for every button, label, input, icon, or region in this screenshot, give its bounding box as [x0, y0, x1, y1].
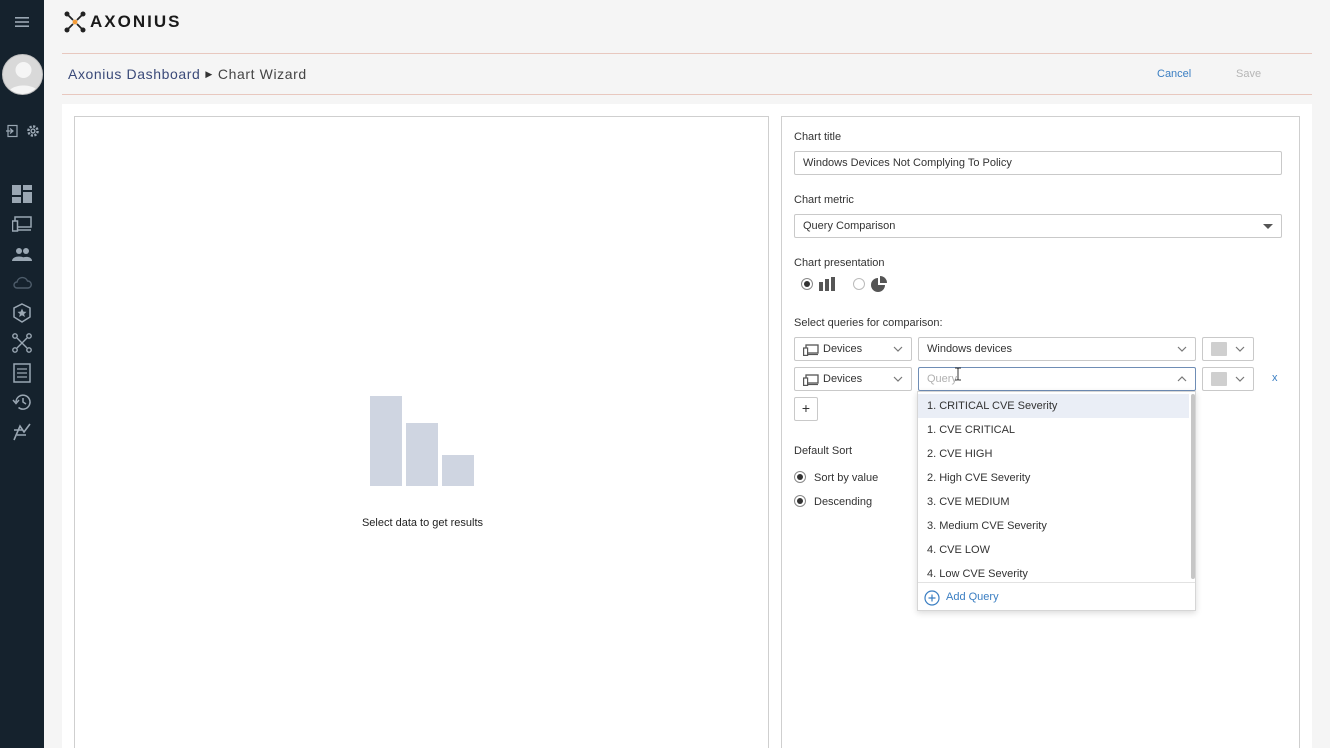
placeholder-bar-3: [442, 455, 474, 486]
chevron-down-icon: [893, 376, 903, 382]
chevron-down-icon: [1177, 346, 1187, 352]
default-sort-label: Default Sort: [794, 445, 853, 457]
instances-icon[interactable]: [10, 420, 34, 444]
dropdown-scrollbar[interactable]: [1191, 394, 1195, 579]
caret-down-icon: [1263, 224, 1273, 229]
chart-title-input[interactable]: Windows Devices Not Complying To Policy: [794, 151, 1282, 175]
chevron-down-icon: [1235, 376, 1245, 382]
descending-label: Descending: [814, 496, 873, 508]
devices-icon[interactable]: [10, 212, 34, 236]
sort-by-value-radio[interactable]: [794, 471, 806, 483]
entity-select-1-value: Devices: [823, 343, 863, 355]
descending-radio[interactable]: [794, 495, 806, 507]
chart-metric-value: Query Comparison: [803, 220, 896, 232]
entity-select-2[interactable]: Devices: [794, 367, 912, 391]
devices-icon: [803, 344, 819, 356]
save-button[interactable]: Save: [1236, 68, 1261, 80]
sidebar: [0, 0, 44, 748]
sort-by-value-label: Sort by value: [814, 472, 879, 484]
color-select-1[interactable]: [1202, 337, 1254, 361]
avatar[interactable]: [2, 54, 43, 95]
chart-title-label: Chart title: [794, 131, 842, 143]
entity-select-2-value: Devices: [823, 373, 863, 385]
chart-metric-select[interactable]: Query Comparison: [794, 214, 1282, 238]
reports-icon[interactable]: [10, 361, 34, 385]
color-swatch: [1211, 342, 1227, 356]
breadcrumb: Axonius Dashboard ▶ Chart Wizard: [68, 66, 307, 82]
dropdown-item[interactable]: 2. CVE HIGH: [918, 442, 1189, 466]
dropdown-item[interactable]: 1. CVE CRITICAL: [918, 418, 1189, 442]
chart-metric-label: Chart metric: [794, 194, 854, 206]
queries-label: Select queries for comparison:: [794, 317, 943, 329]
breadcrumb-root[interactable]: Axonius Dashboard: [68, 66, 200, 82]
add-query-option[interactable]: Add Query: [918, 582, 1195, 611]
dropdown-item[interactable]: 3. CVE MEDIUM: [918, 490, 1189, 514]
dropdown-item[interactable]: 3. Medium CVE Severity: [918, 514, 1189, 538]
presentation-bar-radio[interactable]: [801, 278, 813, 290]
plus-circle-icon: [924, 590, 940, 606]
chevron-up-icon: [1177, 376, 1187, 382]
placeholder-bar-2: [406, 423, 438, 486]
breadcrumb-separator-icon: ▶: [205, 68, 213, 79]
cancel-button[interactable]: Cancel: [1157, 68, 1191, 80]
pie-chart-icon: [871, 276, 887, 292]
query-select-1-value: Windows devices: [927, 343, 1012, 355]
dropdown-item[interactable]: 2. High CVE Severity: [918, 466, 1189, 490]
add-query-row-button[interactable]: +: [794, 397, 818, 421]
query-dropdown: 1. CRITICAL CVE Severity 1. CVE CRITICAL…: [917, 391, 1196, 611]
chart-presentation-label: Chart presentation: [794, 257, 885, 269]
chart-preview-panel: Select data to get results: [74, 116, 769, 748]
query-input-placeholder[interactable]: Query: [927, 373, 957, 385]
placeholder-bar-1: [370, 396, 402, 486]
remove-query-button[interactable]: x: [1272, 372, 1278, 384]
axonius-logo[interactable]: AXONIUS: [64, 10, 181, 34]
color-swatch: [1211, 372, 1227, 386]
settings-icon[interactable]: [21, 119, 45, 143]
adapters-icon[interactable]: [10, 331, 34, 355]
breadcrumb-divider: [62, 94, 1312, 95]
dropdown-item[interactable]: 4. CVE LOW: [918, 538, 1189, 562]
enforcement-icon[interactable]: [10, 301, 34, 325]
query-select-1[interactable]: Windows devices: [918, 337, 1196, 361]
add-query-label: Add Query: [946, 591, 999, 603]
bar-chart-icon: [819, 277, 835, 291]
menu-icon[interactable]: [10, 10, 34, 34]
header-divider: [62, 53, 1312, 54]
dashboard-icon[interactable]: [10, 182, 34, 206]
breadcrumb-current: Chart Wizard: [217, 66, 307, 82]
users-icon[interactable]: [10, 242, 34, 266]
logo-text: AXONIUS: [90, 12, 182, 31]
devices-icon: [803, 374, 819, 386]
history-icon[interactable]: [10, 390, 34, 414]
dropdown-item[interactable]: 1. CRITICAL CVE Severity: [918, 394, 1189, 418]
cloud-icon[interactable]: [10, 271, 34, 295]
chevron-down-icon: [1235, 346, 1245, 352]
chevron-down-icon: [893, 346, 903, 352]
entity-select-1[interactable]: Devices: [794, 337, 912, 361]
axonius-logo-icon: [64, 11, 86, 33]
empty-preview-text: Select data to get results: [361, 517, 484, 529]
text-cursor-icon: [955, 367, 961, 381]
presentation-pie-radio[interactable]: [853, 278, 865, 290]
color-select-2[interactable]: [1202, 367, 1254, 391]
